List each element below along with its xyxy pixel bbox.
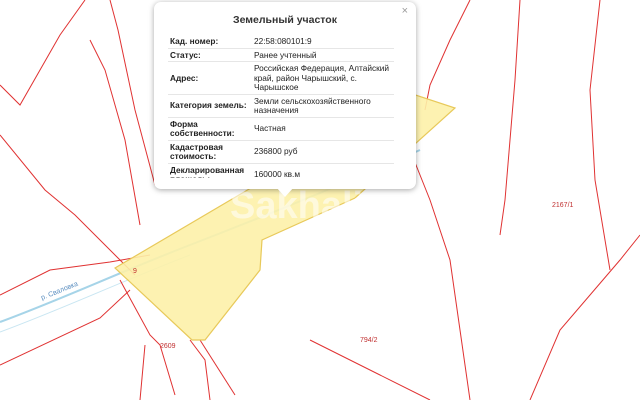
parcel-label-2167-1: 2167/1	[552, 202, 574, 209]
table-row: Декларированная площадь: 160000 кв.м	[168, 163, 394, 178]
info-popup: × Земельный участок Кад. номер: 22:58:08…	[154, 2, 416, 189]
row-value: 236800 руб	[252, 140, 394, 164]
watermark: Sakhalin	[230, 185, 386, 227]
row-label: Категория земель:	[168, 94, 252, 118]
row-value: Ранее учтенный	[252, 48, 394, 62]
table-row: Форма собственности: Частная	[168, 117, 394, 141]
row-value: 22:58:080101:9	[252, 35, 394, 49]
table-row: Адрес: Российская Федерация, Алтайский к…	[168, 61, 394, 95]
popup-table-scroll[interactable]: Кад. номер: 22:58:080101:9 Статус: Ранее…	[168, 35, 404, 178]
popup-pointer	[276, 187, 294, 197]
parcel-label-2609: 2609	[160, 343, 176, 350]
row-value: Земли сельскохозяйственного назначения	[252, 94, 394, 118]
row-value: Российская Федерация, Алтайский край, ра…	[252, 61, 394, 95]
row-label: Кад. номер:	[168, 35, 252, 49]
table-row: Статус: Ранее учтенный	[168, 48, 394, 62]
parcel-label-9: 9	[133, 268, 137, 275]
row-value: Частная	[252, 117, 394, 141]
row-label: Адрес:	[168, 61, 252, 95]
popup-title: Земельный участок	[233, 14, 337, 26]
row-label: Форма собственности:	[168, 117, 252, 141]
row-label: Статус:	[168, 48, 252, 62]
row-label: Кадастровая стоимость:	[168, 140, 252, 164]
table-row: Категория земель: Земли сельскохозяйстве…	[168, 94, 394, 118]
parcel-label-794-2: 794/2	[360, 337, 378, 344]
table-row: Кад. номер: 22:58:080101:9	[168, 35, 394, 49]
table-row: Кадастровая стоимость: 236800 руб	[168, 140, 394, 164]
row-value: 160000 кв.м	[252, 163, 394, 178]
parcel-info-table: Кад. номер: 22:58:080101:9 Статус: Ранее…	[168, 35, 394, 178]
row-label: Декларированная площадь:	[168, 163, 252, 178]
